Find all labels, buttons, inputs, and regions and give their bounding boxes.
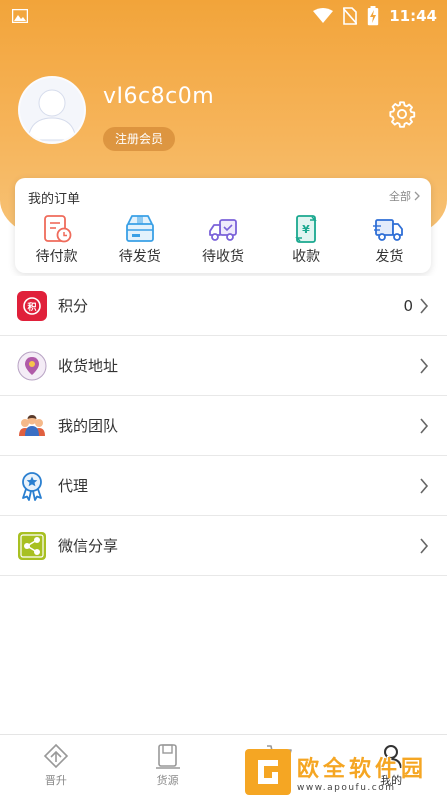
menu-item-points[interactable]: 积 积分 0 (0, 276, 447, 336)
menu-item-label: 积分 (58, 297, 89, 315)
order-tab-pending-payment[interactable]: 待付款 (22, 214, 92, 268)
order-tab-label: 收款 (292, 249, 321, 265)
menu-item-label: 我的团队 (58, 417, 119, 435)
watermark-logo-icon (245, 749, 291, 795)
share-icon (16, 530, 48, 562)
avatar[interactable] (18, 76, 86, 144)
menu-item-label: 收货地址 (58, 357, 119, 375)
chevron-right-icon (420, 358, 429, 374)
pending-receipt-icon (209, 219, 237, 241)
menu-item-label: 代理 (58, 477, 89, 495)
order-tab-label: 发货 (375, 249, 404, 265)
status-time: 11:44 (389, 7, 437, 25)
menu-list: 积 积分 0 收货地址 我的团队 代理 微信分享 (0, 276, 447, 576)
menu-item-wechat-share[interactable]: 微信分享 (0, 516, 447, 576)
watermark-title: 欧全软件园 (297, 757, 428, 782)
username: vI6c8c0m (103, 84, 215, 109)
orders-card: 我的订单 全部 待付款 待发货 待收货 ¥ 收款 发货 (15, 178, 431, 273)
chevron-right-icon (420, 418, 429, 434)
settings-button[interactable] (386, 98, 418, 130)
nav-tab-promote[interactable]: 晋升 (0, 735, 112, 797)
order-tab-ship[interactable]: 发货 (354, 214, 424, 268)
pending-shipment-icon (125, 215, 154, 242)
pending-payment-icon (43, 215, 71, 243)
battery-charging-icon (367, 6, 379, 26)
wifi-icon (313, 8, 334, 24)
order-tab-label: 待发货 (118, 249, 161, 265)
address-pin-icon (16, 350, 48, 382)
ship-icon (373, 219, 404, 241)
no-sim-icon (343, 7, 358, 25)
menu-item-label: 微信分享 (58, 537, 119, 555)
orders-view-all-label: 全部 (389, 190, 411, 203)
points-icon: 积 (16, 290, 48, 322)
chevron-right-icon (420, 538, 429, 554)
order-tab-pending-shipment[interactable]: 待发货 (105, 214, 175, 268)
chevron-right-icon (414, 191, 420, 201)
member-level-badge: 注册会员 (103, 127, 176, 151)
order-tab-label: 待付款 (35, 249, 78, 265)
chevron-right-icon (420, 298, 429, 314)
watermark-url: www.apoufu.com (297, 783, 396, 793)
menu-item-team[interactable]: 我的团队 (0, 396, 447, 456)
order-tab-pending-receipt[interactable]: 待收货 (188, 214, 258, 268)
chevron-right-icon (420, 478, 429, 494)
svg-text:积: 积 (27, 301, 36, 313)
gallery-notification-icon (12, 9, 28, 23)
default-user-icon (27, 89, 77, 141)
site-watermark: 欧全软件园 www.apoufu.com (245, 748, 445, 796)
orders-title: 我的订单 (28, 192, 81, 207)
order-tab-receive-payment[interactable]: ¥ 收款 (271, 214, 341, 268)
nav-tab-label: 晋升 (44, 774, 67, 787)
menu-item-address[interactable]: 收货地址 (0, 336, 447, 396)
points-value: 0 (403, 296, 413, 315)
receive-payment-icon: ¥ (295, 215, 317, 243)
nav-tab-goods-source[interactable]: 货源 (112, 735, 224, 797)
gear-icon (389, 101, 416, 128)
nav-tab-label: 货源 (156, 774, 179, 787)
promote-icon (43, 743, 69, 769)
goods-source-icon (155, 744, 180, 769)
orders-view-all-link[interactable]: 全部 (389, 188, 421, 204)
menu-item-agent[interactable]: 代理 (0, 456, 447, 516)
order-tab-label: 待收货 (201, 249, 244, 265)
status-bar: 11:44 (0, 0, 447, 32)
team-icon (16, 410, 48, 442)
svg-text:¥: ¥ (302, 223, 310, 236)
agent-badge-icon (16, 470, 48, 502)
